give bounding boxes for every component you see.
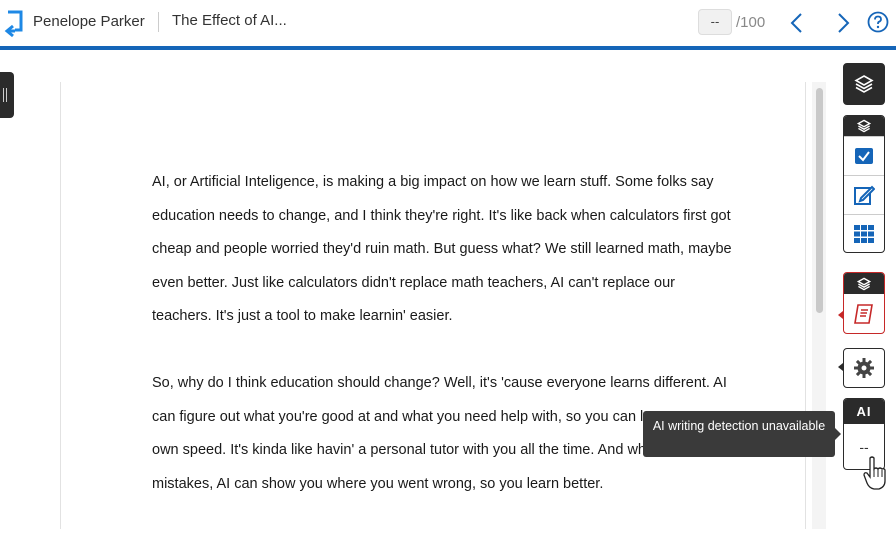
edit-icon [854,185,875,205]
ai-detection-tooltip: AI writing detection unavailable [643,411,841,457]
similarity-group [843,272,885,334]
tooltip-text: AI writing detection unavailable [652,419,826,433]
feedback-button[interactable] [844,175,884,214]
hand-cursor-icon [863,456,886,490]
header: Penelope Parker The Effect of AI... -- /… [0,0,896,46]
layers-icon [854,75,874,93]
essay-text: AI, or Artificial Inteligence, is making… [152,166,732,535]
layers-button[interactable] [843,63,885,105]
essay-paragraph: AI, or Artificial Inteligence, is making… [152,174,732,324]
layers-icon [857,277,871,290]
checkbox-icon [855,148,873,164]
logo-icon[interactable] [4,10,24,38]
similarity-button[interactable] [844,294,884,333]
settings-button[interactable] [843,348,885,388]
ai-label: AI [844,399,884,424]
header-accent-bar [0,46,896,50]
grade-total: /100 [736,14,766,31]
similarity-layer-header[interactable] [844,273,884,294]
author-name: Penelope Parker [33,13,145,30]
header-divider [158,12,159,32]
document-title: The Effect of AI... [172,12,287,29]
quickmark-button[interactable] [844,136,884,175]
help-icon[interactable] [867,11,889,33]
grade-input[interactable]: -- [698,9,732,35]
side-panel-toggle[interactable] [0,72,14,118]
grading-tools-group [843,115,885,253]
grid-icon [854,225,874,243]
grading-layer-header[interactable] [844,116,884,136]
gear-icon [854,358,874,378]
scrollbar-thumb[interactable] [816,88,823,313]
previous-submission-icon[interactable] [786,10,808,36]
document-icon [854,304,873,324]
next-submission-icon[interactable] [832,10,854,36]
drag-handle-icon [3,88,7,102]
layers-icon [857,119,871,133]
rubric-button[interactable] [844,214,884,252]
